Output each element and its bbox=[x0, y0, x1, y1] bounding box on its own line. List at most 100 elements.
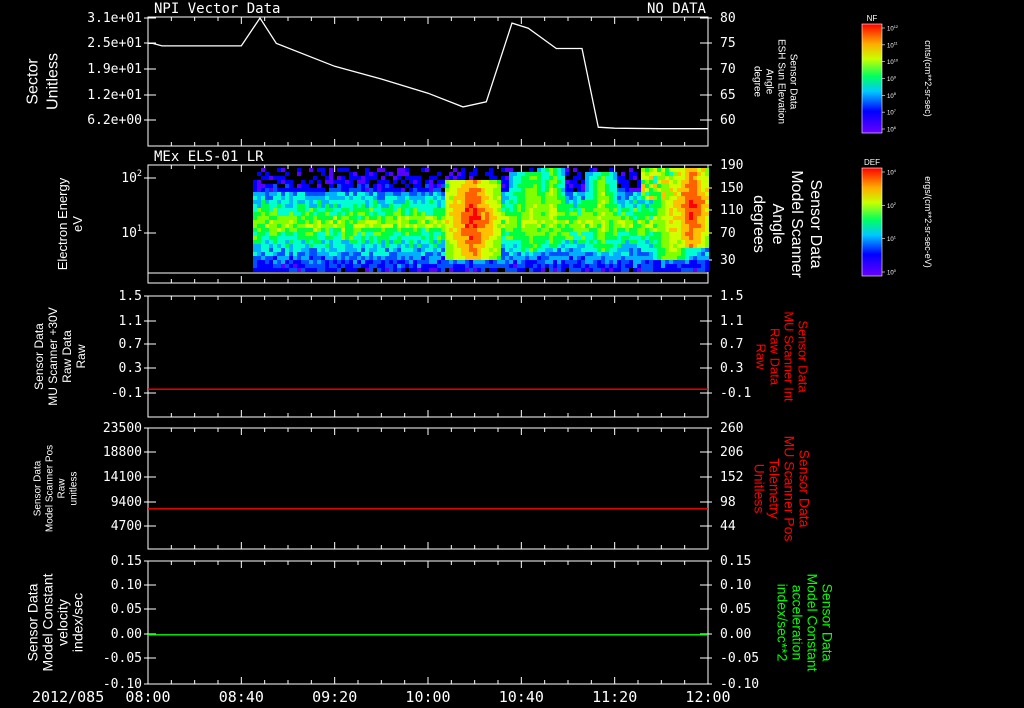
heat-cell bbox=[669, 268, 673, 272]
heat-cell bbox=[573, 184, 577, 188]
heat-cell bbox=[389, 216, 393, 220]
heat-cell bbox=[485, 248, 489, 252]
heat-cell bbox=[681, 196, 685, 200]
heat-cell bbox=[701, 260, 705, 264]
heat-cell bbox=[433, 208, 437, 212]
heat-cell bbox=[589, 252, 593, 256]
heat-cell bbox=[385, 216, 389, 220]
heat-cell bbox=[421, 252, 425, 256]
heat-cell bbox=[357, 196, 361, 200]
heat-cell bbox=[613, 228, 617, 232]
heat-cell bbox=[437, 268, 441, 272]
heat-cell bbox=[577, 204, 581, 208]
heat-cell bbox=[481, 192, 485, 196]
heat-cell bbox=[669, 168, 673, 172]
heat-cell bbox=[697, 232, 701, 236]
heat-cell bbox=[685, 256, 689, 260]
heat-cell bbox=[289, 240, 293, 244]
heat-cell bbox=[497, 228, 501, 232]
heat-cell bbox=[265, 208, 269, 212]
heat-cell bbox=[469, 208, 473, 212]
heat-cell bbox=[605, 180, 609, 184]
heat-cell bbox=[553, 188, 557, 192]
heat-cell bbox=[317, 204, 321, 208]
heat-cell bbox=[537, 264, 541, 268]
heat-cell bbox=[313, 208, 317, 212]
heat-cell bbox=[549, 188, 553, 192]
heat-cell bbox=[469, 212, 473, 216]
heat-cell bbox=[577, 188, 581, 192]
heat-cell bbox=[517, 216, 521, 220]
heat-cell bbox=[529, 184, 533, 188]
heat-cell bbox=[653, 268, 657, 272]
heat-cell bbox=[273, 188, 277, 192]
heat-cell bbox=[641, 208, 645, 212]
panel-status: NO DATA bbox=[647, 1, 707, 17]
axis-label-line: index/sec**2 bbox=[775, 584, 791, 662]
heat-cell bbox=[333, 212, 337, 216]
heat-cell bbox=[381, 260, 385, 264]
heat-cell bbox=[281, 208, 285, 212]
heat-cell bbox=[685, 208, 689, 212]
right-tick-label: 190 bbox=[720, 158, 743, 173]
heat-cell bbox=[329, 232, 333, 236]
right-tick-label: 0.05 bbox=[720, 602, 751, 617]
heat-cell bbox=[597, 176, 601, 180]
heat-cell bbox=[557, 240, 561, 244]
heat-cell bbox=[621, 268, 625, 272]
heat-cell bbox=[541, 208, 545, 212]
heat-cell bbox=[609, 244, 613, 248]
heat-cell bbox=[513, 176, 517, 180]
heat-cell bbox=[593, 196, 597, 200]
heat-cell bbox=[453, 196, 457, 200]
heat-cell bbox=[489, 248, 493, 252]
heat-cell bbox=[517, 188, 521, 192]
left-tick-label: 3.1e+01 bbox=[87, 11, 142, 26]
heat-cell bbox=[509, 212, 513, 216]
heat-cell bbox=[313, 244, 317, 248]
heat-cell bbox=[397, 168, 401, 172]
heat-cell bbox=[561, 168, 565, 172]
heat-cell bbox=[609, 236, 613, 240]
heat-cell bbox=[513, 204, 517, 208]
heat-cell bbox=[325, 200, 329, 204]
heat-cell bbox=[585, 196, 589, 200]
heat-cell bbox=[449, 244, 453, 248]
heat-cell bbox=[661, 248, 665, 252]
heat-cell bbox=[393, 220, 397, 224]
heat-cell bbox=[609, 172, 613, 176]
heat-cell bbox=[393, 192, 397, 196]
heat-cell bbox=[413, 212, 417, 216]
panel-5: 0.150.100.050.00-0.05-0.100.150.100.050.… bbox=[24, 554, 835, 692]
heat-cell bbox=[557, 204, 561, 208]
heat-cell bbox=[429, 208, 433, 212]
heat-cell bbox=[677, 200, 681, 204]
heat-cell bbox=[521, 212, 525, 216]
heat-cell bbox=[529, 188, 533, 192]
heat-cell bbox=[533, 188, 537, 192]
heat-cell bbox=[681, 220, 685, 224]
heat-cell bbox=[285, 224, 289, 228]
heat-cell bbox=[617, 264, 621, 268]
heat-cell bbox=[525, 252, 529, 256]
heat-cell bbox=[669, 240, 673, 244]
heat-cell bbox=[621, 172, 625, 176]
heat-cell bbox=[345, 232, 349, 236]
heat-cell bbox=[425, 232, 429, 236]
heat-cell bbox=[673, 208, 677, 212]
heat-cell bbox=[521, 196, 525, 200]
heat-cell bbox=[341, 236, 345, 240]
heat-cell bbox=[573, 252, 577, 256]
heat-cell bbox=[413, 196, 417, 200]
heat-cell bbox=[421, 216, 425, 220]
heat-cell bbox=[289, 248, 293, 252]
heat-cell bbox=[469, 200, 473, 204]
heat-cell bbox=[633, 204, 637, 208]
heat-cell bbox=[253, 264, 257, 268]
heat-cell bbox=[369, 220, 373, 224]
heat-cell bbox=[429, 228, 433, 232]
heat-cell bbox=[613, 252, 617, 256]
heat-cell bbox=[557, 184, 561, 188]
right-tick-label: 70 bbox=[720, 226, 736, 241]
heat-cell bbox=[485, 244, 489, 248]
